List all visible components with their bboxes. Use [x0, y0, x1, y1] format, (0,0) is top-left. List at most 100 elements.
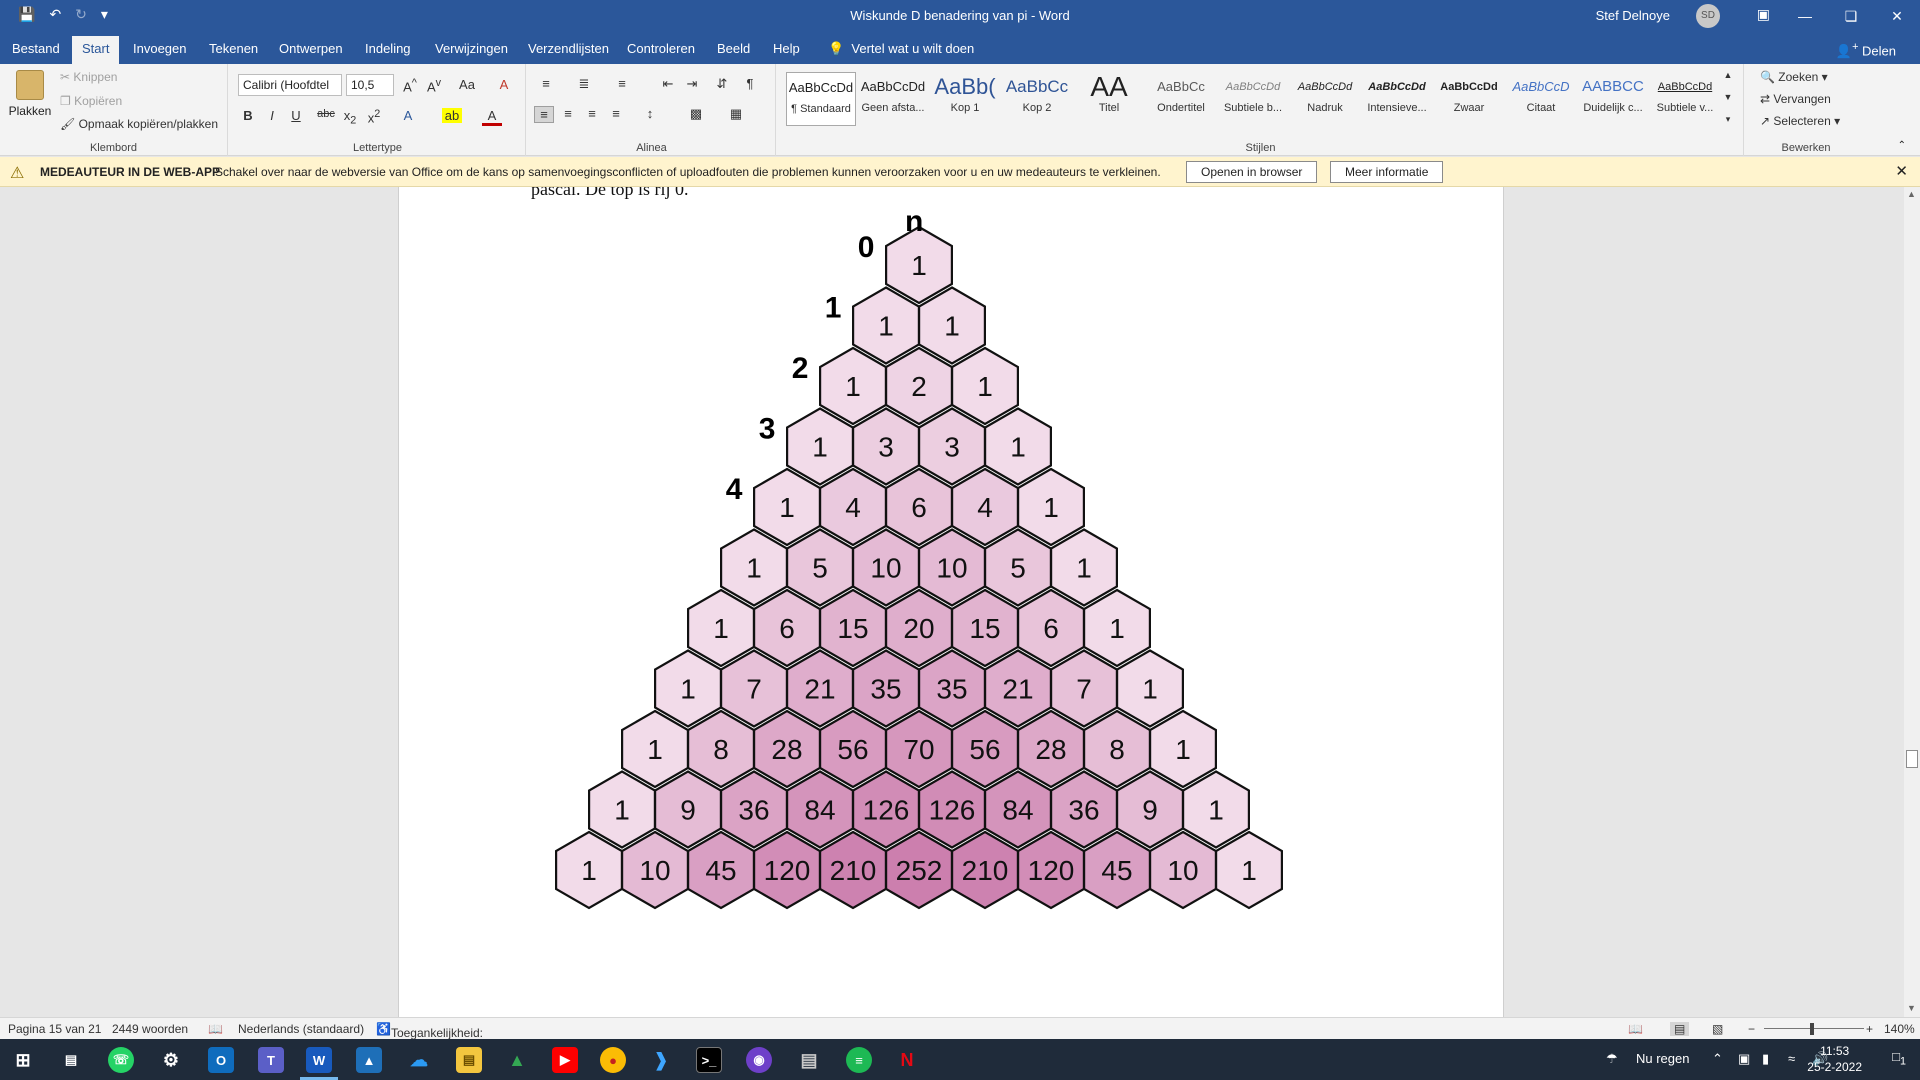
style-1[interactable]: AaBbCcDd Geen afsta...	[858, 72, 928, 126]
word-icon[interactable]: W	[306, 1047, 332, 1073]
numbering-icon[interactable]: ≣	[574, 76, 594, 92]
zoom-level[interactable]: 140%	[1884, 1022, 1915, 1036]
weather-icon[interactable]: ☂	[1606, 1051, 1618, 1067]
task-view-icon[interactable]: ▤	[58, 1047, 84, 1073]
open-in-browser-button[interactable]: Openen in browser	[1186, 161, 1318, 183]
redo-icon[interactable]: ↻	[75, 6, 87, 23]
github-icon[interactable]: ◉	[746, 1047, 772, 1073]
tab-ontwerpen[interactable]: Ontwerpen	[279, 41, 343, 56]
save-icon[interactable]: 💾	[18, 6, 35, 23]
undo-icon[interactable]: ↶	[49, 6, 61, 23]
style-4[interactable]: AA Titel	[1074, 72, 1144, 126]
style-11[interactable]: AABBCC Duidelijk c...	[1578, 72, 1648, 126]
zoom-slider-thumb[interactable]	[1810, 1023, 1814, 1035]
database-icon[interactable]: ▤	[796, 1047, 822, 1073]
tab-controleren[interactable]: Controleren	[627, 41, 695, 56]
scroll-down-icon[interactable]: ▼	[1907, 1003, 1916, 1013]
tray-chevron-icon[interactable]: ⌃	[1712, 1051, 1723, 1067]
style-9[interactable]: AaBbCcDd Zwaar	[1434, 72, 1504, 126]
tab-verwijzingen[interactable]: Verwijzingen	[435, 41, 508, 56]
replace-button[interactable]: ⇄ Vervangen	[1760, 92, 1831, 106]
web-layout-icon[interactable]: ▧	[1712, 1022, 1723, 1036]
style-7[interactable]: AaBbCcDd Nadruk	[1290, 72, 1360, 126]
font-name-combo[interactable]: Calibri (Hoofdtel	[238, 74, 342, 96]
shading-icon[interactable]: ▩	[686, 106, 706, 122]
bold-icon[interactable]: B	[238, 108, 258, 123]
justify-icon[interactable]: ≡	[606, 106, 626, 121]
avatar[interactable]: SD	[1696, 4, 1720, 28]
whatsapp-icon[interactable]: ☏	[108, 1047, 134, 1073]
print-layout-icon[interactable]: ▤	[1670, 1022, 1690, 1036]
settings-gear-icon[interactable]: ⚙	[158, 1047, 184, 1073]
grow-font-icon[interactable]: A^	[400, 77, 420, 94]
notification-center-icon[interactable]: □1	[1892, 1049, 1906, 1068]
word-count[interactable]: 2449 woorden	[112, 1022, 188, 1036]
paste-button[interactable]: Plakken	[8, 70, 52, 118]
netflix-icon[interactable]: N	[894, 1047, 920, 1073]
tell-me-search[interactable]: 💡 Vertel wat u wilt doen	[828, 41, 974, 57]
onedrive-icon[interactable]: ☁	[406, 1047, 432, 1073]
terminal-icon[interactable]: >_	[696, 1047, 722, 1073]
borders-icon[interactable]: ▦	[726, 106, 746, 122]
strikethrough-icon[interactable]: abc	[316, 108, 336, 120]
zoom-out-icon[interactable]: −	[1748, 1022, 1755, 1036]
style-5[interactable]: AaBbCc Ondertitel	[1146, 72, 1216, 126]
tab-bestand[interactable]: Bestand	[12, 41, 60, 56]
sort-icon[interactable]: ⇵	[712, 76, 732, 92]
tab-start[interactable]: Start	[72, 36, 120, 64]
copy-button[interactable]: ❐ Kopiëren	[60, 94, 122, 108]
align-center-icon[interactable]: ≡	[558, 106, 578, 121]
scrollbar-thumb[interactable]	[1906, 750, 1918, 768]
ribbon-display-options-icon[interactable]: ▣	[1757, 6, 1770, 23]
style-8[interactable]: AaBbCcDd Intensieve...	[1362, 72, 1432, 126]
start-windows-icon[interactable]: ⊞	[10, 1047, 36, 1073]
italic-icon[interactable]: I	[262, 108, 282, 123]
tab-verzendlijsten[interactable]: Verzendlijsten	[528, 41, 609, 56]
accessibility-status[interactable]: ♿ Toegankelijkheid: onderzoeken	[376, 1022, 483, 1054]
style-2[interactable]: AaBb(Kop 1	[930, 72, 1000, 126]
file-explorer-icon[interactable]: ▤	[456, 1047, 482, 1073]
cut-button[interactable]: ✂ Knippen	[60, 70, 117, 84]
youtube-icon[interactable]: ▶	[552, 1047, 578, 1073]
style-3[interactable]: AaBbCc Kop 2	[1002, 72, 1072, 126]
battery-icon[interactable]: ▮	[1762, 1051, 1769, 1067]
wifi-icon[interactable]: ≈	[1788, 1051, 1795, 1066]
photos-icon[interactable]: ▲	[356, 1047, 382, 1073]
style-0[interactable]: AaBbCcDd ¶ Standaard	[786, 72, 856, 126]
clear-formatting-icon[interactable]: A	[494, 77, 514, 92]
line-spacing-icon[interactable]: ↕	[640, 106, 660, 121]
subscript-icon[interactable]: x2	[340, 108, 360, 127]
document-page[interactable]: pascal. De top is rij 0. 111121133114641…	[398, 187, 1504, 1017]
gallery-up-icon[interactable]: ▲	[1718, 70, 1738, 80]
restore-icon[interactable]: ❏	[1828, 0, 1874, 32]
tab-tekenen[interactable]: Tekenen	[209, 41, 258, 56]
tab-help[interactable]: Help	[773, 41, 800, 56]
zoom-in-icon[interactable]: +	[1866, 1022, 1873, 1036]
text-effects-icon[interactable]: A	[398, 108, 418, 123]
superscript-icon[interactable]: x2	[364, 108, 384, 125]
tab-beeld[interactable]: Beeld	[717, 41, 750, 56]
align-right-icon[interactable]: ≡	[582, 106, 602, 121]
highlight-icon[interactable]: ab	[442, 108, 462, 123]
chrome-icon[interactable]: ●	[600, 1047, 626, 1073]
select-button[interactable]: ↗ Selecteren ▾	[1760, 114, 1840, 128]
increase-indent-icon[interactable]: ⇥	[682, 76, 702, 92]
shrink-font-icon[interactable]: Av	[424, 77, 444, 94]
align-left-icon[interactable]: ≡	[534, 106, 554, 123]
style-6[interactable]: AaBbCcDd Subtiele b...	[1218, 72, 1288, 126]
read-mode-icon[interactable]: 📖	[1628, 1022, 1643, 1036]
find-button[interactable]: 🔍 Zoeken ▾	[1760, 70, 1828, 84]
tab-indeling[interactable]: Indeling	[365, 41, 411, 56]
page-count[interactable]: Pagina 15 van 21	[8, 1022, 101, 1036]
multilevel-list-icon[interactable]: ≡	[612, 76, 632, 91]
gallery-down-icon[interactable]: ▼	[1718, 92, 1738, 102]
scroll-up-icon[interactable]: ▲	[1907, 189, 1916, 199]
close-message-icon[interactable]: ✕	[1895, 162, 1908, 180]
collapse-ribbon-icon[interactable]: ⌃	[1898, 140, 1906, 151]
style-10[interactable]: AaBbCcD Citaat	[1506, 72, 1576, 126]
bullets-icon[interactable]: ≡	[536, 76, 556, 91]
font-size-combo[interactable]: 10,5	[346, 74, 394, 96]
close-icon[interactable]: ✕	[1874, 0, 1920, 32]
vertical-scrollbar[interactable]: ▲ ▼	[1904, 187, 1920, 1017]
show-marks-icon[interactable]: ¶	[740, 76, 760, 91]
